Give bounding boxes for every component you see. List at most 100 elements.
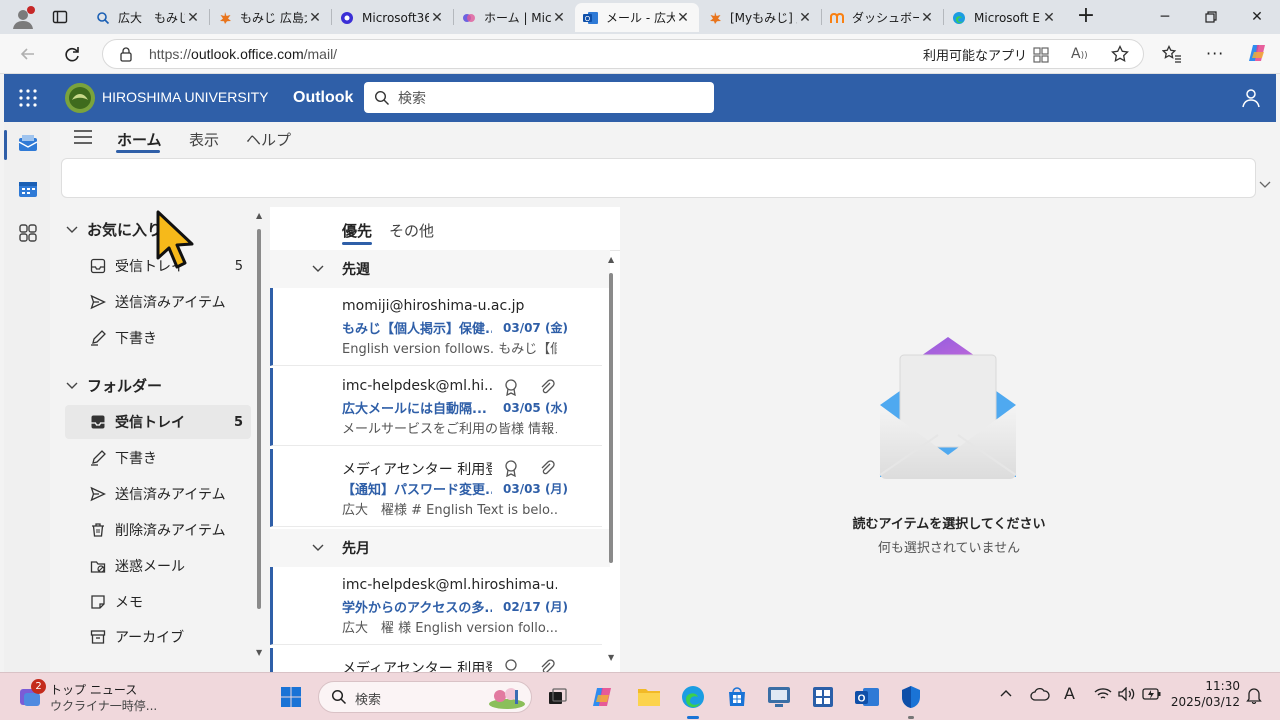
close-tab-icon[interactable]: ✕ (919, 10, 935, 26)
folder-scrollbar[interactable]: ▲ ▼ (255, 211, 263, 659)
taskbar-search-box[interactable]: 検索 (318, 681, 532, 713)
refresh-icon[interactable] (62, 44, 82, 64)
folder-item-drafts[interactable]: 下書き (65, 441, 251, 475)
remote-desktop-icon[interactable] (764, 682, 794, 712)
taskbar: 2 トップ ニュース ウクライナ一時停... 検索 O A 11:30 2025… (0, 672, 1280, 720)
notification-icon[interactable] (1246, 686, 1262, 704)
folders-section-header[interactable]: フォルダー (66, 375, 162, 396)
apps-icon[interactable] (1033, 47, 1049, 63)
browser-tab[interactable]: [Myもみじ] / ✕ (699, 3, 821, 32)
close-tab-icon[interactable]: ✕ (675, 10, 691, 26)
folder-item-sent[interactable]: 送信済みアイテム (65, 477, 251, 511)
close-tab-icon[interactable]: ✕ (797, 10, 813, 26)
task-view-icon[interactable] (542, 682, 572, 712)
university-logo[interactable] (64, 82, 96, 114)
browser-tab[interactable]: 広大 もみじ ✕ (87, 3, 209, 32)
message-list-scrollbar[interactable]: ▲ ▼ (606, 255, 616, 665)
message-item[interactable]: メディアセンター 利用登... 【通知】パスワード変更... 03/03 (月)… (270, 449, 602, 527)
reading-pane-title: 読むアイテムを選択してください (852, 517, 1046, 532)
browser-tab[interactable]: Microsoft365 ✕ (331, 3, 453, 32)
apps-available-label[interactable]: 利用可能なアプリ (923, 45, 1027, 64)
calendar-icon[interactable] (18, 180, 38, 198)
archive-icon (89, 628, 107, 646)
volume-icon[interactable] (1118, 687, 1136, 701)
org-name[interactable]: HIROSHIMA UNIVERSITY (102, 89, 268, 105)
favorite-item-sent[interactable]: 送信済みアイテム (65, 285, 251, 319)
app-name[interactable]: Outlook (293, 89, 353, 107)
copilot-icon[interactable] (1247, 42, 1269, 64)
clock[interactable]: 11:30 2025/03/12 (1170, 679, 1240, 709)
back-icon[interactable] (18, 44, 38, 64)
favorites-icon[interactable] (1162, 45, 1182, 63)
url-box[interactable]: https://outlook.office.com/mail/ 利用可能なアプ… (102, 39, 1144, 69)
profile-avatar[interactable] (10, 5, 36, 31)
tab-help[interactable]: ヘルプ (246, 129, 291, 150)
start-button[interactable] (276, 682, 306, 712)
tab-other[interactable]: その他 (389, 220, 434, 241)
favorite-star-icon[interactable] (1111, 45, 1129, 63)
message-item[interactable]: imc-helpdesk@ml.hi... 広大メールには自動隔... 03/0… (270, 368, 602, 446)
close-tab-icon[interactable]: ✕ (185, 10, 201, 26)
hamburger-menu-icon[interactable] (74, 130, 92, 144)
tab-actions-icon[interactable] (52, 9, 68, 25)
file-explorer-icon[interactable] (634, 682, 664, 712)
folder-item-deleted[interactable]: 削除済みアイテム (65, 513, 251, 547)
close-tab-icon[interactable]: ✕ (1041, 10, 1057, 26)
edge-taskbar-icon[interactable] (678, 682, 708, 719)
close-tab-icon[interactable]: ✕ (551, 10, 567, 26)
tab-home[interactable]: ホーム (117, 129, 162, 150)
tab-focused[interactable]: 優先 (342, 220, 372, 241)
search-box[interactable]: 検索 (364, 82, 714, 113)
tab-view[interactable]: 表示 (189, 129, 219, 150)
favorites-section-header[interactable]: お気に入り (66, 219, 162, 240)
browser-tab[interactable]: もみじ 広島大 ✕ (209, 3, 331, 32)
new-tab-button[interactable]: + (1074, 4, 1098, 28)
message-item[interactable]: momiji@hiroshima-u.ac.jp もみじ【個人掲示】保健... … (270, 288, 602, 366)
browser-tab-active[interactable]: O メール - 広大 ✕ (575, 3, 699, 32)
calculator-app-icon[interactable] (808, 682, 838, 712)
ime-indicator[interactable]: A (1064, 684, 1075, 703)
favorite-item-drafts[interactable]: 下書き (65, 321, 251, 355)
mail-icon[interactable] (18, 134, 38, 152)
search-icon (95, 10, 111, 26)
message-item[interactable]: imc-helpdesk@ml.hiroshima-u.... 学外からのアクセ… (270, 567, 602, 645)
wifi-icon[interactable] (1094, 687, 1112, 701)
open-envelope-illustration (878, 335, 1018, 483)
app-launcher-icon[interactable] (19, 89, 37, 107)
paperclip-icon (539, 459, 557, 477)
favorites-title: お気に入り (87, 221, 163, 239)
close-tab-icon[interactable]: ✕ (307, 10, 323, 26)
apps-icon[interactable] (18, 223, 38, 243)
folder-item-junk[interactable]: 迷惑メール (65, 549, 251, 583)
ribbon-expand-icon[interactable] (1259, 181, 1271, 189)
message-item[interactable]: メディアセンター 利用登 (270, 648, 602, 677)
folder-item-inbox[interactable]: 受信トレイ 5 (65, 405, 251, 439)
close-tab-icon[interactable]: ✕ (429, 10, 445, 26)
folder-item-notes[interactable]: メモ (65, 585, 251, 619)
lock-icon[interactable] (119, 46, 133, 62)
show-hidden-icons[interactable] (1000, 689, 1012, 697)
group-header[interactable]: 先月 (270, 529, 610, 567)
account-icon[interactable] (1241, 88, 1261, 108)
message-subject: 【通知】パスワード変更... (342, 483, 492, 498)
read-aloud-icon[interactable]: A)) (1071, 46, 1088, 62)
browser-tab[interactable]: ホーム | Micr ✕ (453, 3, 575, 32)
message-subject: もみじ【個人掲示】保健... (342, 322, 492, 337)
folder-item-archive[interactable]: アーカイブ (65, 620, 251, 654)
news-widget[interactable]: 2 トップ ニュース ウクライナ一時停... (14, 679, 174, 715)
url-text[interactable]: https://outlook.office.com/mail/ (149, 46, 337, 62)
outlook-taskbar-icon[interactable]: O (852, 682, 882, 712)
microsoft-store-icon[interactable] (722, 682, 752, 712)
copilot-taskbar-icon[interactable] (588, 682, 618, 712)
minimize-button[interactable]: ─ (1142, 0, 1188, 34)
defender-shield-icon[interactable] (896, 682, 926, 719)
trash-icon (89, 521, 107, 539)
more-options-icon[interactable]: ··· (1206, 44, 1224, 63)
browser-tab[interactable]: ダッシュボード ✕ (821, 3, 943, 32)
browser-tab[interactable]: Microsoft E ✕ (943, 3, 1065, 32)
battery-icon[interactable] (1142, 687, 1162, 701)
group-header[interactable]: 先週 (270, 250, 610, 288)
onedrive-icon[interactable] (1030, 687, 1050, 701)
close-window-button[interactable]: ✕ (1234, 0, 1280, 34)
restore-button[interactable] (1188, 0, 1234, 34)
